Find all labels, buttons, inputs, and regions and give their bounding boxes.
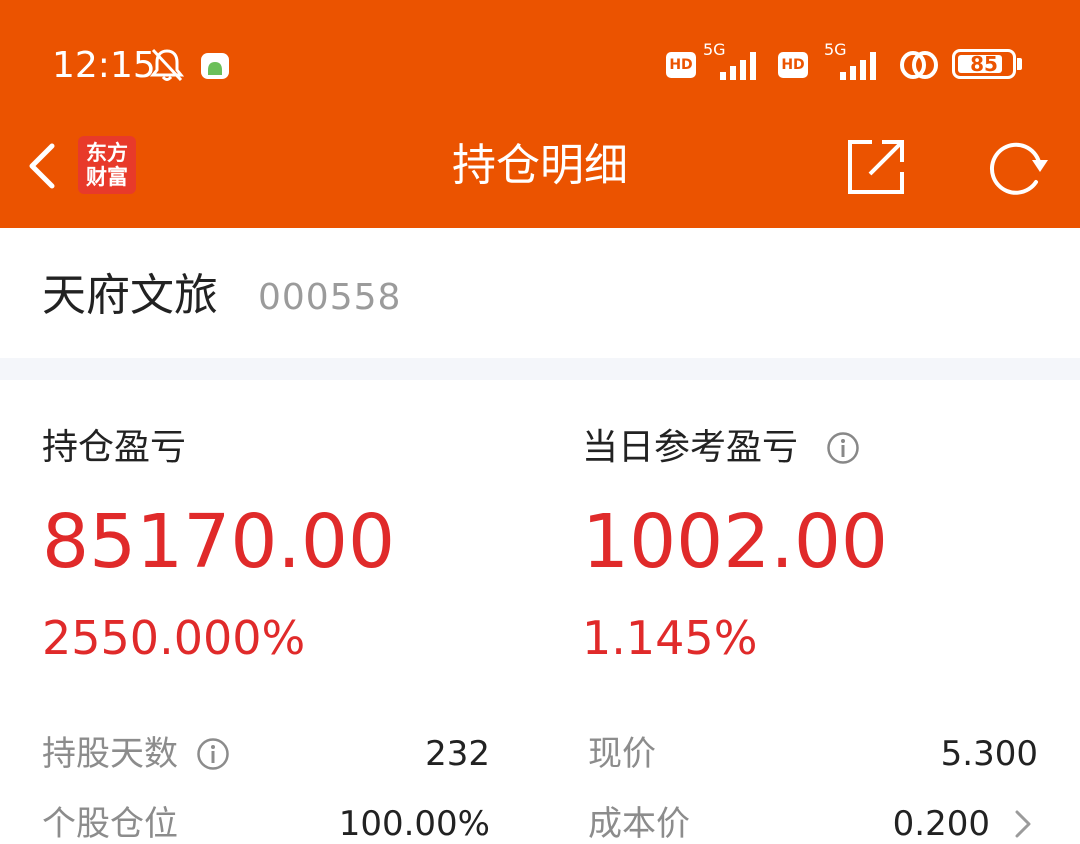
page-title: 持仓明细 xyxy=(452,140,628,191)
holding-days-label: 持股天数 xyxy=(42,734,178,774)
cost-price-label[interactable]: 成本价 xyxy=(588,802,690,844)
stock-code: 000558 xyxy=(258,277,402,318)
daily-profit-value: 1002.00 xyxy=(582,499,889,585)
holding-profit-value: 85170.00 xyxy=(42,499,396,585)
hd-voice-badge: HD xyxy=(666,52,696,78)
app-header: 12:15 HD 5G HD 5G 85 东方 财富 持仓明细 xyxy=(0,0,1080,228)
chevron-right-icon[interactable] xyxy=(1012,806,1034,842)
link-icon xyxy=(900,51,938,79)
refresh-icon[interactable] xyxy=(984,136,1054,198)
current-price-value: 5.300 xyxy=(940,734,1038,774)
cost-price-value[interactable]: 0.200 xyxy=(780,802,990,844)
status-time: 12:15 xyxy=(52,45,156,86)
daily-profit-label: 当日参考盈亏 xyxy=(582,427,799,468)
info-icon[interactable] xyxy=(196,737,230,771)
eastmoney-logo: 东方 财富 xyxy=(78,136,136,194)
stock-name: 天府文旅 xyxy=(42,270,218,321)
holding-profit-label: 持仓盈亏 xyxy=(42,427,187,468)
battery-tip xyxy=(1017,58,1022,70)
android-app-icon xyxy=(201,53,229,79)
logo-text-line1: 东方 xyxy=(86,141,128,165)
holding-days-value: 232 xyxy=(425,734,490,774)
position-ratio-value: 100.00% xyxy=(338,804,490,844)
signal-strength-icon xyxy=(720,52,756,80)
share-icon[interactable] xyxy=(846,136,908,198)
logo-text-line2: 财富 xyxy=(86,165,128,189)
daily-profit-percent: 1.145% xyxy=(582,611,758,665)
hd-voice-badge: HD xyxy=(778,52,808,78)
signal-strength-icon xyxy=(840,52,876,80)
bell-muted-icon xyxy=(149,48,185,82)
info-icon[interactable] xyxy=(826,431,860,465)
section-divider xyxy=(0,358,1080,380)
current-price-label: 现价 xyxy=(588,734,656,774)
holding-profit-percent: 2550.000% xyxy=(42,611,306,665)
position-ratio-label: 个股仓位 xyxy=(42,804,178,844)
status-bar: 12:15 HD 5G HD 5G 85 xyxy=(0,0,1080,130)
battery-icon: 85 xyxy=(952,49,1016,79)
battery-level: 85 xyxy=(970,52,998,76)
stock-header: 天府文旅 000558 xyxy=(0,228,1080,358)
back-arrow-icon[interactable] xyxy=(22,140,62,192)
